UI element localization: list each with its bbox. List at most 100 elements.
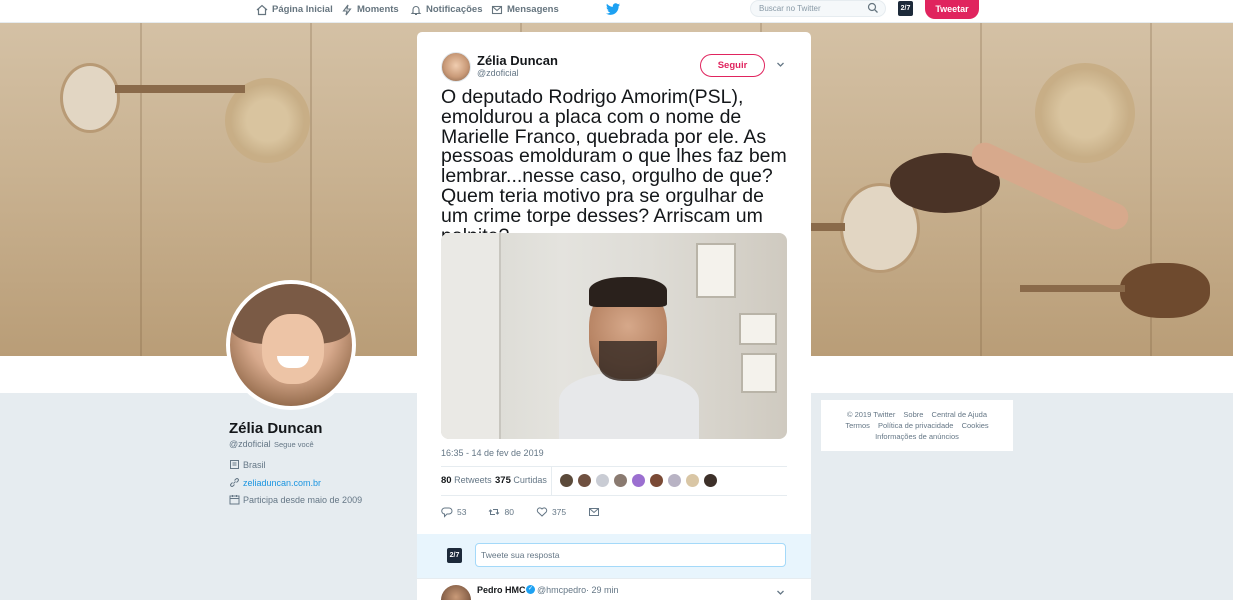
liker-avatar[interactable] bbox=[703, 473, 718, 488]
avatar-face bbox=[262, 314, 324, 384]
chevron-down-icon[interactable] bbox=[775, 587, 786, 598]
website-link[interactable]: zeliaduncan.com.br bbox=[243, 478, 321, 488]
nav-moments-label: Moments bbox=[357, 4, 399, 15]
nav-messages[interactable]: Mensagens bbox=[491, 0, 559, 19]
lightning-icon bbox=[342, 4, 352, 15]
tweet-text: O deputado Rodrigo Amorim(PSL), emolduro… bbox=[441, 86, 787, 245]
tweet-author-handle[interactable]: @zdoficial bbox=[477, 68, 519, 78]
likes-count: 375 bbox=[495, 475, 511, 486]
direct-message-action[interactable] bbox=[588, 506, 600, 518]
reply-user-avatar: 2/7 bbox=[447, 548, 462, 563]
reply-count: 53 bbox=[457, 507, 467, 517]
likes-label: Curtidas bbox=[513, 475, 547, 485]
profile-handle[interactable]: @zdoficial bbox=[229, 439, 271, 449]
reply-tweet[interactable]: Pedro HMC ✓ @hmcpedro · 29 min bbox=[417, 578, 811, 600]
retweets-label: Retweets bbox=[454, 475, 492, 485]
link-icon bbox=[230, 478, 239, 487]
reply-time[interactable]: · 29 min bbox=[586, 585, 619, 595]
reply-author-avatar[interactable] bbox=[441, 585, 471, 600]
nav-messages-label: Mensagens bbox=[507, 4, 559, 15]
location-text: Brasil bbox=[243, 459, 266, 470]
liker-avatar[interactable] bbox=[595, 473, 610, 488]
like-count: 375 bbox=[551, 507, 567, 517]
banner-guitar-neck bbox=[1020, 285, 1125, 292]
tweet-modal: Zélia Duncan @zdoficial Seguir O deputad… bbox=[417, 32, 811, 600]
profile-joined: Participa desde maio de 2009 bbox=[229, 494, 362, 505]
retweet-count: 80 bbox=[504, 507, 514, 517]
like-action[interactable]: 375 bbox=[536, 506, 566, 518]
liker-avatar[interactable] bbox=[649, 473, 664, 488]
retweets-stat[interactable]: 80 Retweets bbox=[441, 475, 492, 486]
chevron-down-icon[interactable] bbox=[775, 59, 786, 70]
nav-home-label: Página Inicial bbox=[272, 4, 333, 15]
tweet-actions: 53 80 375 bbox=[441, 504, 622, 520]
search-input[interactable]: Buscar no Twitter bbox=[750, 0, 886, 17]
footer-privacy[interactable]: Política de privacidade bbox=[878, 421, 953, 430]
photo-wall-frame bbox=[739, 313, 777, 345]
twitter-bird-icon[interactable] bbox=[606, 3, 620, 15]
photo-man-hair bbox=[589, 277, 667, 307]
stats-divider bbox=[551, 467, 552, 495]
envelope-icon bbox=[491, 5, 503, 14]
home-icon bbox=[256, 4, 268, 15]
profile-name[interactable]: Zélia Duncan bbox=[229, 420, 322, 437]
banner-guitar-neck bbox=[115, 85, 245, 93]
building-icon bbox=[230, 460, 239, 469]
tweet-timestamp[interactable]: 16:35 - 14 de fev de 2019 bbox=[441, 448, 544, 458]
banner-guitar bbox=[60, 63, 120, 133]
profile-location: Brasil bbox=[229, 459, 266, 470]
tweet-stats: 80 Retweets 375 Curtidas bbox=[441, 466, 787, 496]
retweet-action[interactable]: 80 bbox=[488, 506, 514, 518]
close-icon[interactable]: ✕ bbox=[1218, 1, 1233, 17]
follow-button[interactable]: Seguir bbox=[700, 54, 765, 77]
bell-icon bbox=[410, 5, 422, 15]
reply-composer: 2/7 Tweete sua resposta bbox=[417, 534, 811, 578]
photo-man-beard bbox=[599, 341, 657, 381]
footer-links: © 2019 Twitter Sobre Central de Ajuda Te… bbox=[821, 400, 1013, 451]
photo-wall-frame bbox=[741, 353, 777, 393]
banner-dark-guitar bbox=[1120, 263, 1210, 318]
likes-stat[interactable]: 375 Curtidas bbox=[495, 475, 547, 486]
photo-door bbox=[441, 233, 501, 439]
verified-badge-icon: ✓ bbox=[526, 585, 535, 594]
liker-avatar[interactable] bbox=[577, 473, 592, 488]
tweet-author-avatar[interactable] bbox=[441, 52, 471, 82]
reply-action[interactable]: 53 bbox=[441, 506, 466, 518]
calendar-icon bbox=[229, 495, 240, 505]
liker-avatar[interactable] bbox=[667, 473, 682, 488]
footer-copyright: © 2019 Twitter bbox=[846, 410, 896, 419]
tweet-author-name[interactable]: Zélia Duncan bbox=[477, 53, 558, 68]
tweet-button[interactable]: Tweetar bbox=[925, 0, 979, 19]
search-icon[interactable] bbox=[867, 2, 879, 14]
reply-input[interactable]: Tweete sua resposta bbox=[475, 543, 786, 567]
likers-avatars bbox=[559, 473, 718, 488]
reply-icon bbox=[441, 507, 453, 518]
follows-you-badge: Segue você bbox=[271, 439, 317, 450]
profile-website[interactable]: zeliaduncan.com.br bbox=[229, 477, 321, 488]
nav-moments[interactable]: Moments bbox=[341, 0, 399, 19]
liker-avatar[interactable] bbox=[559, 473, 574, 488]
nav-notifications[interactable]: Notificações bbox=[410, 0, 483, 19]
tweet-photo[interactable] bbox=[441, 233, 787, 439]
nav-home[interactable]: Página Inicial bbox=[256, 0, 333, 19]
retweet-icon bbox=[489, 509, 500, 515]
liker-avatar[interactable] bbox=[613, 473, 628, 488]
envelope-icon bbox=[589, 508, 600, 516]
profile-avatar[interactable] bbox=[226, 280, 356, 410]
liker-avatar[interactable] bbox=[685, 473, 700, 488]
photo-man-body bbox=[559, 373, 699, 439]
reply-author-handle[interactable]: @hmcpedro bbox=[537, 585, 586, 595]
footer-ads[interactable]: Informações de anúncios bbox=[875, 432, 959, 441]
liker-avatar[interactable] bbox=[631, 473, 646, 488]
banner-plank bbox=[140, 23, 142, 356]
user-avatar[interactable]: 2/7 bbox=[898, 1, 913, 16]
footer-cookies[interactable]: Cookies bbox=[962, 421, 989, 430]
footer-about[interactable]: Sobre bbox=[903, 410, 923, 419]
nav-notifications-label: Notificações bbox=[426, 4, 483, 15]
banner-hat bbox=[1035, 63, 1135, 163]
reply-author-name[interactable]: Pedro HMC bbox=[477, 585, 526, 595]
footer-help[interactable]: Central de Ajuda bbox=[932, 410, 987, 419]
heart-icon bbox=[536, 507, 548, 517]
footer-terms[interactable]: Termos bbox=[845, 421, 870, 430]
retweets-count: 80 bbox=[441, 475, 452, 486]
